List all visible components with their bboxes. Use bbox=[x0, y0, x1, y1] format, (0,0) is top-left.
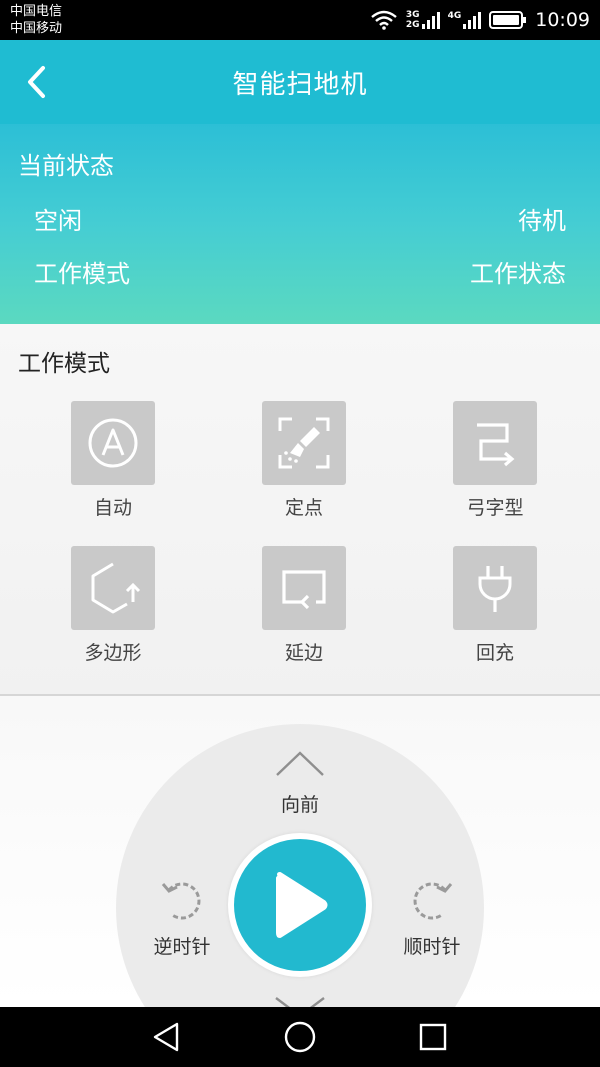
square-recents-icon bbox=[419, 1023, 447, 1051]
rotate-cw-icon bbox=[413, 882, 453, 920]
chevron-up-icon bbox=[276, 751, 324, 776]
carrier-info: 中国电信 中国移动 bbox=[10, 3, 62, 37]
mode-label: 定点 bbox=[284, 497, 323, 519]
signal-bars-icon bbox=[421, 11, 440, 29]
app-header: 智能扫地机 bbox=[0, 40, 600, 124]
work-mode-section: 工作模式 自动 定点 弓字型 多边形 延边 回充 bbox=[0, 324, 600, 696]
control-area: 向前 逆时针 顺时针 bbox=[0, 696, 600, 1007]
carrier-2: 中国移动 bbox=[10, 21, 63, 36]
net-1-top: 3G bbox=[405, 10, 420, 20]
system-nav-bar bbox=[0, 1007, 600, 1067]
spot-clean-icon bbox=[278, 417, 330, 469]
battery-icon bbox=[489, 11, 527, 29]
current-status-panel: 当前状态 空闲 待机 工作模式 工作状态 bbox=[0, 124, 600, 324]
wifi-icon bbox=[371, 10, 397, 30]
mode-edge-button[interactable]: 延边 bbox=[244, 546, 364, 666]
nav-recents-button[interactable] bbox=[411, 1017, 455, 1057]
triangle-back-icon bbox=[153, 1022, 179, 1052]
mode-zigzag-button[interactable]: 弓字型 bbox=[435, 401, 555, 521]
mode-value: 空闲 bbox=[34, 207, 82, 235]
status-labels-row: 工作模式 工作状态 bbox=[34, 254, 566, 289]
auto-a-icon bbox=[88, 418, 138, 468]
nav-back-button[interactable] bbox=[144, 1017, 188, 1057]
polygon-icon bbox=[91, 562, 141, 614]
back-button[interactable] bbox=[14, 60, 58, 104]
chevron-left-icon bbox=[28, 66, 45, 98]
state-value: 待机 bbox=[518, 207, 566, 235]
mode-auto-button[interactable]: 自动 bbox=[53, 401, 173, 521]
work-mode-title: 工作模式 bbox=[18, 351, 110, 377]
signal-2: 4G bbox=[448, 11, 482, 29]
status-values-row: 空闲 待机 bbox=[34, 201, 566, 236]
mode-label: 弓字型 bbox=[466, 497, 524, 519]
state-label: 工作状态 bbox=[470, 260, 566, 288]
zigzag-icon bbox=[477, 423, 515, 467]
circle-home-icon bbox=[284, 1021, 316, 1053]
status-icons: 3G 2G 4G 10:09 bbox=[370, 6, 590, 34]
signal-bars-icon bbox=[463, 11, 482, 29]
counterclockwise-button[interactable]: 逆时针 bbox=[142, 876, 222, 959]
forward-label: 向前 bbox=[280, 794, 319, 816]
signal-1: 3G 2G bbox=[406, 10, 440, 30]
mode-recharge-button[interactable]: 回充 bbox=[435, 546, 555, 666]
charge-plug-icon bbox=[478, 566, 512, 612]
ccw-label: 逆时针 bbox=[153, 936, 211, 958]
mode-polygon-button[interactable]: 多边形 bbox=[53, 546, 173, 666]
net-1-bottom: 2G bbox=[405, 20, 420, 30]
mode-label: 回充 bbox=[475, 642, 514, 664]
clock: 10:09 bbox=[535, 9, 590, 31]
net-2: 4G bbox=[447, 11, 462, 21]
forward-button[interactable]: 向前 bbox=[265, 748, 335, 817]
edge-clean-icon bbox=[282, 570, 326, 610]
cw-label: 顺时针 bbox=[403, 936, 461, 958]
carrier-1: 中国电信 bbox=[10, 4, 63, 19]
nav-home-button[interactable] bbox=[278, 1017, 322, 1057]
play-icon bbox=[276, 872, 328, 938]
rotate-ccw-icon bbox=[161, 882, 201, 920]
chevron-down-icon[interactable] bbox=[272, 996, 328, 1007]
start-button[interactable] bbox=[228, 833, 372, 977]
mode-label: 工作模式 bbox=[34, 260, 130, 288]
mode-label: 延边 bbox=[284, 642, 323, 664]
clockwise-button[interactable]: 顺时针 bbox=[392, 876, 472, 959]
mode-label: 自动 bbox=[93, 497, 132, 519]
status-bar: 中国电信 中国移动 3G 2G 4G 10:09 bbox=[0, 0, 600, 40]
mode-spot-button[interactable]: 定点 bbox=[244, 401, 364, 521]
page-title: 智能扫地机 bbox=[232, 69, 368, 100]
current-status-title: 当前状态 bbox=[18, 152, 114, 180]
mode-label: 多边形 bbox=[84, 642, 142, 664]
